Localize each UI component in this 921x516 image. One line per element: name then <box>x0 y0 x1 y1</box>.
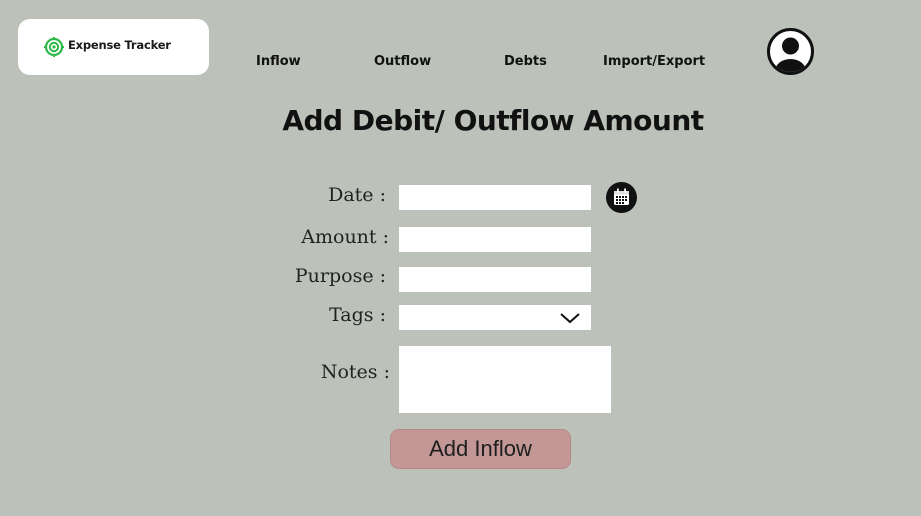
notes-textarea[interactable] <box>399 346 611 413</box>
page-title: Add Debit/ Outflow Amount <box>282 104 704 137</box>
nav-debts[interactable]: Debts <box>504 54 547 69</box>
date-label: Date : <box>328 184 386 206</box>
purpose-label: Purpose : <box>294 265 386 287</box>
date-input[interactable] <box>399 185 591 210</box>
user-avatar-icon[interactable] <box>767 28 814 75</box>
chevron-down-icon[interactable] <box>559 311 581 325</box>
logo-text: Expense Tracker <box>68 38 171 52</box>
add-inflow-button[interactable]: Add Inflow <box>390 429 571 469</box>
purpose-input[interactable] <box>399 267 591 292</box>
nav-import-export[interactable]: Import/Export <box>603 54 705 69</box>
calendar-icon <box>614 188 629 205</box>
amount-label: Amount : <box>301 226 389 248</box>
tags-select[interactable] <box>399 305 591 330</box>
nav-outflow[interactable]: Outflow <box>374 54 431 69</box>
target-icon <box>44 37 64 57</box>
notes-label: Notes : <box>320 361 390 383</box>
nav-inflow[interactable]: Inflow <box>256 54 301 69</box>
amount-input[interactable] <box>399 227 591 252</box>
tags-label: Tags : <box>329 304 386 326</box>
calendar-button[interactable] <box>606 182 637 213</box>
logo-card[interactable]: Expense Tracker <box>18 19 209 75</box>
